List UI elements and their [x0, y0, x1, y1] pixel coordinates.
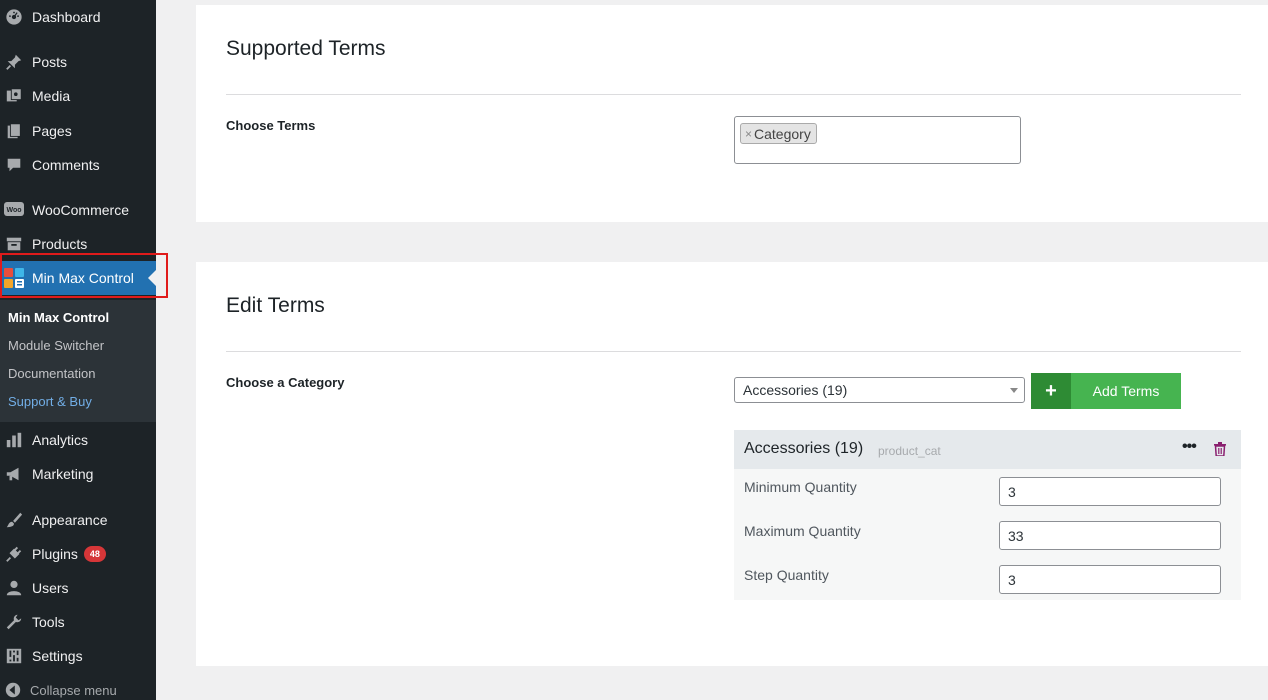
- menu-label-marketing: Marketing: [32, 466, 94, 482]
- minimum-quantity-value: 3: [1008, 483, 1016, 500]
- woocommerce-icon: Woo: [4, 200, 24, 220]
- submenu-item-documentation[interactable]: Documentation: [8, 366, 95, 381]
- menu-item-tools[interactable]: Tools: [0, 605, 156, 639]
- min-max-control-submenu: Min Max Control Module Switcher Document…: [0, 300, 156, 422]
- plug-icon: [4, 544, 24, 564]
- menu-item-woocommerce[interactable]: Woo WooCommerce: [0, 193, 156, 227]
- menu-item-dashboard[interactable]: Dashboard: [0, 0, 156, 34]
- term-taxonomy-label: product_cat: [878, 444, 941, 458]
- supported-terms-divider: [226, 94, 1241, 95]
- add-terms-button[interactable]: + Add Terms: [1031, 373, 1181, 409]
- edit-terms-divider: [226, 351, 1241, 352]
- term-panel-title: Accessories (19): [744, 440, 864, 457]
- menu-label-plugins: Plugins: [32, 546, 78, 562]
- archive-icon: [4, 234, 24, 254]
- menu-label-settings: Settings: [32, 648, 83, 664]
- submenu-item-support-buy[interactable]: Support & Buy: [8, 394, 92, 409]
- term-settings-panel: Accessories (19) product_cat ••• Minimum…: [734, 430, 1241, 600]
- choose-terms-label: Choose Terms: [226, 118, 316, 133]
- menu-item-appearance[interactable]: Appearance: [0, 503, 156, 537]
- collapse-arrow-icon: [4, 681, 22, 699]
- menu-item-plugins[interactable]: Plugins 48: [0, 537, 156, 571]
- submenu-item-module-switcher[interactable]: Module Switcher: [8, 338, 104, 353]
- menu-label-appearance: Appearance: [32, 512, 108, 528]
- choose-category-label: Choose a Category: [226, 375, 345, 390]
- maximum-quantity-value: 33: [1008, 527, 1024, 544]
- collapse-menu-label: Collapse menu: [30, 682, 117, 698]
- wrench-icon: [4, 612, 24, 632]
- menu-label-tools: Tools: [32, 614, 65, 630]
- maximum-quantity-input[interactable]: 33: [999, 521, 1221, 550]
- menu-item-posts[interactable]: Posts: [0, 45, 156, 79]
- admin-sidebar: Dashboard Posts Media Pages Comments Woo…: [0, 0, 156, 700]
- step-quantity-value: 3: [1008, 571, 1016, 588]
- plus-icon: +: [1031, 373, 1071, 409]
- supported-terms-card: Supported Terms Choose Terms × Category: [196, 5, 1268, 222]
- edit-terms-title: Edit Terms: [226, 294, 325, 317]
- term-chip-label: Category: [754, 125, 811, 142]
- paintbrush-icon: [4, 510, 24, 530]
- supported-terms-title: Supported Terms: [226, 37, 386, 60]
- submenu-item-min-max-control[interactable]: Min Max Control: [8, 310, 109, 325]
- active-menu-arrow: [148, 270, 156, 286]
- dashboard-icon: [4, 7, 24, 27]
- trash-icon[interactable]: [1214, 442, 1226, 461]
- menu-item-users[interactable]: Users: [0, 571, 156, 605]
- menu-item-settings[interactable]: Settings: [0, 639, 156, 673]
- menu-label-comments: Comments: [32, 157, 100, 173]
- menu-item-media[interactable]: Media: [0, 79, 156, 113]
- category-select[interactable]: Accessories (19): [734, 377, 1025, 403]
- menu-label-woocommerce: WooCommerce: [32, 202, 129, 218]
- pages-icon: [4, 121, 24, 141]
- bar-chart-icon: [4, 430, 24, 450]
- minimum-quantity-label: Minimum Quantity: [744, 479, 857, 495]
- edit-terms-card: Edit Terms Choose a Category Accessories…: [196, 262, 1268, 666]
- menu-label-min-max-control: Min Max Control: [32, 270, 134, 286]
- step-quantity-input[interactable]: 3: [999, 565, 1221, 594]
- add-terms-label: Add Terms: [1092, 383, 1160, 399]
- collapse-menu-button[interactable]: Collapse menu: [4, 681, 117, 699]
- menu-label-posts: Posts: [32, 54, 68, 70]
- category-select-value: Accessories (19): [743, 382, 848, 398]
- menu-item-comments[interactable]: Comments: [0, 148, 156, 182]
- min-max-control-icon: [4, 268, 24, 288]
- menu-item-products[interactable]: Products: [0, 227, 156, 261]
- maximum-quantity-label: Maximum Quantity: [744, 523, 861, 539]
- menu-label-users: Users: [32, 580, 69, 596]
- megaphone-icon: [4, 464, 24, 484]
- menu-item-marketing[interactable]: Marketing: [0, 457, 156, 491]
- menu-label-dashboard: Dashboard: [32, 9, 101, 25]
- menu-label-pages: Pages: [32, 123, 72, 139]
- pin-icon: [4, 52, 24, 72]
- plugins-update-badge: 48: [83, 546, 106, 562]
- menu-label-analytics: Analytics: [32, 432, 89, 448]
- minimum-quantity-input[interactable]: 3: [999, 477, 1221, 506]
- remove-chip-icon[interactable]: ×: [745, 127, 752, 141]
- menu-item-min-max-control[interactable]: Min Max Control: [0, 261, 156, 295]
- comment-icon: [4, 155, 24, 175]
- term-chip-category[interactable]: × Category: [740, 123, 817, 144]
- term-panel-header: Accessories (19) product_cat •••: [734, 430, 1241, 469]
- menu-item-pages[interactable]: Pages: [0, 114, 156, 148]
- svg-text:Woo: Woo: [6, 207, 21, 214]
- settings-sliders-icon: [4, 646, 24, 666]
- menu-label-media: Media: [32, 88, 71, 104]
- chevron-down-icon: [1010, 388, 1018, 393]
- menu-label-products: Products: [32, 236, 88, 252]
- menu-item-analytics[interactable]: Analytics: [0, 423, 156, 457]
- media-icon: [4, 86, 24, 106]
- more-options-icon[interactable]: •••: [1182, 438, 1197, 456]
- user-icon: [4, 578, 24, 598]
- choose-terms-multiselect[interactable]: × Category: [734, 116, 1021, 164]
- step-quantity-label: Step Quantity: [744, 567, 829, 583]
